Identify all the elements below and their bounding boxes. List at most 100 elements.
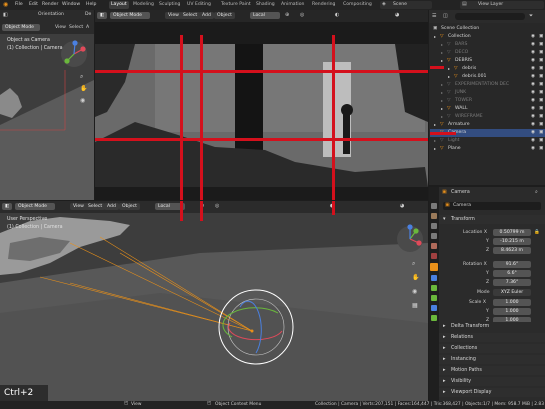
visibility-eye-icon[interactable]: ◉	[531, 121, 535, 129]
outliner-expand-icon[interactable]: ▸	[441, 97, 443, 105]
visibility-eye-icon[interactable]: ◉	[531, 89, 535, 97]
rotation-y-field[interactable]: 6.6°	[493, 270, 531, 277]
outliner-expand-icon[interactable]: ▸	[441, 41, 443, 49]
camera-editor-type[interactable]: ◧	[97, 12, 107, 19]
zoom-icon[interactable]: ⌕	[80, 74, 83, 80]
viewport-zoom-icon[interactable]: ⌕	[412, 261, 415, 267]
scale-x-field[interactable]: 1.000	[493, 299, 531, 306]
camera-menu-add[interactable]: Add	[199, 12, 214, 19]
outliner-item[interactable]: ▸ ▽ WALL ◉ ▣	[430, 105, 545, 113]
visibility-eye-icon[interactable]: ◉	[531, 49, 535, 57]
visibility-eye-icon[interactable]: ◉	[531, 113, 535, 121]
outliner-expand-icon[interactable]: ▸	[441, 49, 443, 57]
gizmo-y-icon[interactable]	[64, 58, 70, 64]
property-section-header[interactable]: ▸ Collections	[439, 344, 545, 353]
camera-menu-select[interactable]: Select	[180, 12, 201, 19]
outliner-search-input[interactable]	[455, 13, 525, 20]
camera-transform-orientation[interactable]: Local	[250, 12, 280, 19]
outliner-item[interactable]: ▸ ▽ DECO ◉ ▣	[430, 49, 545, 57]
viewport-menu-add[interactable]: Add	[104, 203, 119, 210]
outliner-item[interactable]: ▸ ▽ Armature ◉ ▣	[430, 121, 545, 129]
tab-scene-icon[interactable]	[431, 243, 437, 249]
menu-help[interactable]: Help	[86, 2, 96, 8]
outliner-expand-icon[interactable]: ▸	[441, 57, 443, 65]
camera-proportional-icon[interactable]: ◎	[300, 13, 304, 18]
visibility-eye-icon[interactable]: ◉	[531, 145, 535, 153]
tab-constraints-icon[interactable]	[431, 305, 437, 311]
location-y-field[interactable]: -10.215 m	[493, 238, 531, 245]
camera-origin[interactable]	[250, 329, 254, 333]
visibility-eye-icon[interactable]: ◉	[531, 65, 535, 73]
visibility-eye-icon[interactable]: ◉	[531, 97, 535, 105]
render-camera-icon[interactable]: ▣	[539, 129, 543, 137]
tab-layout[interactable]: Layout	[109, 1, 129, 9]
visibility-eye-icon[interactable]: ◉	[531, 137, 535, 145]
tab-modifier-icon[interactable]	[431, 275, 437, 281]
viewport-proportional-icon[interactable]: ◎	[215, 204, 219, 209]
gizmo-x-icon[interactable]	[80, 46, 86, 52]
camera-mode-dropdown[interactable]: Object Mode	[110, 12, 150, 19]
menu-edit[interactable]: Edit	[29, 2, 38, 8]
visibility-eye-icon[interactable]: ◉	[531, 129, 535, 137]
outliner-expand-icon[interactable]: ▸	[434, 121, 436, 129]
location-z-field[interactable]: 8.4623 m	[493, 247, 531, 254]
gizmo-z-icon[interactable]	[72, 40, 78, 46]
location-lock-icon[interactable]: 🔒	[534, 230, 540, 236]
tab-physics-icon[interactable]	[431, 295, 437, 301]
tab-texture-paint[interactable]: Texture Paint	[219, 1, 253, 9]
render-camera-icon[interactable]: ▣	[539, 65, 543, 73]
visibility-eye-icon[interactable]: ◉	[531, 81, 535, 89]
outliner-filter-icon[interactable]: ⏷	[529, 14, 533, 19]
outliner-item[interactable]: ▸ ▽ JUNK ◉ ▣	[430, 89, 545, 97]
tab-modeling[interactable]: Modeling	[131, 1, 156, 9]
render-camera-icon[interactable]: ▣	[539, 113, 543, 121]
outliner-item[interactable]: ▸ ▽ debris.001 ◉ ▣	[430, 73, 545, 81]
tab-particles-icon[interactable]	[431, 285, 437, 291]
viewport-menu-select[interactable]: Select	[85, 203, 106, 210]
menu-window[interactable]: Window	[62, 2, 80, 8]
scene-selector[interactable]: ◈ Scene	[380, 1, 432, 9]
property-section-header[interactable]: ▸ Instancing	[439, 355, 545, 364]
outliner-item[interactable]: ▸ ▽ Collection ◉ ▣	[430, 33, 545, 41]
outliner-item[interactable]: ▸ ▽ EXPERIMENTATION DEC ◉ ▣	[430, 81, 545, 89]
viewport-3d[interactable]: ◧ Object Mode View Select Add Object Loc…	[0, 201, 428, 401]
navigation-gizmo[interactable]	[58, 38, 90, 70]
tab-tool-icon[interactable]	[431, 203, 437, 209]
viewport-gizmo-z-icon[interactable]	[407, 224, 413, 230]
outliner-scene-collection[interactable]: ▣ Scene Collection	[430, 25, 545, 33]
menu-render[interactable]: Render	[42, 2, 58, 8]
tab-rendering[interactable]: Rendering	[310, 1, 337, 9]
visibility-eye-icon[interactable]: ◉	[531, 41, 535, 49]
tab-animation[interactable]: Animation	[279, 1, 306, 9]
camera-viewport[interactable]: ◧ Object Mode View Select Add Object Loc…	[95, 10, 428, 200]
render-camera-icon[interactable]: ▣	[539, 41, 543, 49]
blender-logo-icon[interactable]: ◉	[3, 2, 8, 8]
rotation-mode-dropdown[interactable]: XYZ Euler	[493, 289, 531, 296]
outliner-expand-icon[interactable]: ▸	[441, 113, 443, 121]
outliner-expand-icon[interactable]: ▸	[448, 65, 450, 73]
viewport-shading-icon[interactable]: ◕	[400, 204, 404, 209]
visibility-eye-icon[interactable]: ◉	[531, 105, 535, 113]
camera-menu-object[interactable]: Object	[214, 12, 235, 19]
menu-file[interactable]: File	[15, 2, 23, 8]
property-section-header[interactable]: ▸ Delta Transform	[439, 322, 545, 331]
property-section-header[interactable]: ▸ Motion Paths	[439, 366, 545, 375]
camera-overlay-icon[interactable]: ◐	[335, 13, 339, 18]
outliner-expand-icon[interactable]: ▸	[448, 73, 450, 81]
location-x-field[interactable]: 0.50799 m	[493, 229, 531, 236]
visibility-eye-icon[interactable]: ◉	[531, 57, 535, 65]
scale-y-field[interactable]: 1.000	[493, 308, 531, 315]
outliner-item[interactable]: ▸ ▽ TOWER ◉ ▣	[430, 97, 545, 105]
outliner-item[interactable]: ▸ ▽ Plane ◉ ▣	[430, 145, 545, 153]
outliner-editor-icon[interactable]: ☰	[432, 14, 436, 19]
transform-section-header[interactable]: ▾ Transform	[439, 215, 545, 224]
render-camera-icon[interactable]: ▣	[539, 145, 543, 153]
outliner-expand-icon[interactable]: ▸	[434, 137, 436, 145]
viewport-navigation-gizmo[interactable]	[394, 223, 426, 255]
tab-output-icon[interactable]	[431, 223, 437, 229]
property-section-header[interactable]: ▸ Visibility	[439, 377, 545, 386]
outliner-expand-icon[interactable]: ▸	[441, 105, 443, 113]
visibility-eye-icon[interactable]: ◉	[531, 33, 535, 41]
left-viewport[interactable]: ◧ Orientation De Object Mode View Select…	[0, 10, 94, 200]
tab-shading[interactable]: Shading	[254, 1, 277, 9]
